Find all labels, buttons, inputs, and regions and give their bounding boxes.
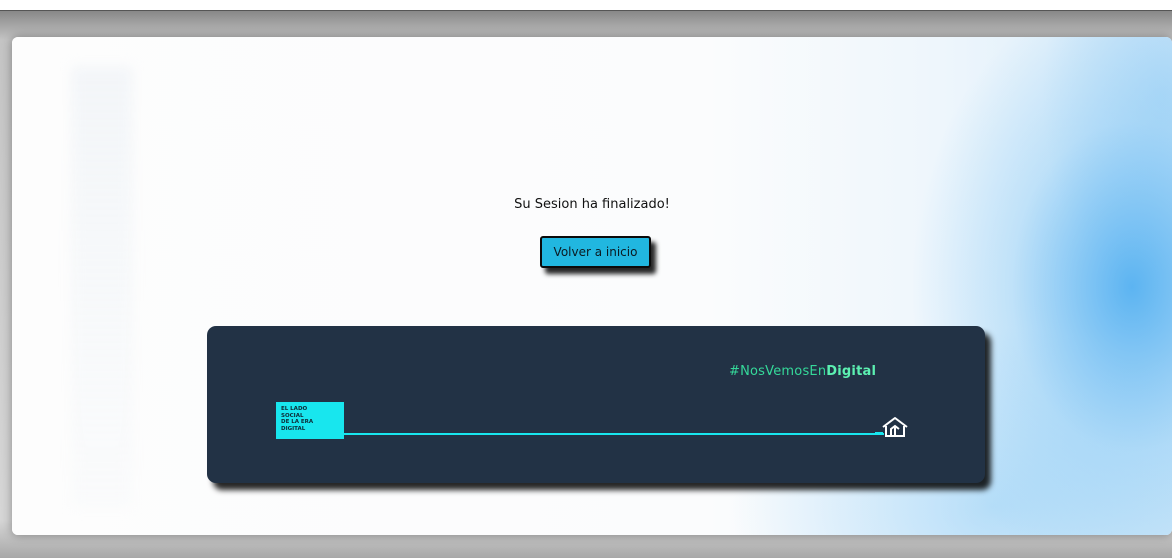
accent-line (344, 433, 884, 435)
session-ended-message: Su Sesion ha finalizado! (514, 197, 670, 212)
back-to-home-button[interactable]: Volver a inicio (540, 236, 651, 268)
session-card: Su Sesion ha finalizado! Volver a inicio… (12, 37, 1172, 535)
browser-top-edge (0, 0, 1172, 11)
brand-logo: EL LADO SOCIAL DE LA ERA DIGITAL (276, 402, 344, 439)
house-icon (875, 417, 908, 437)
logo-line: DIGITAL (281, 425, 306, 432)
hashtag-prefix: #NosVemosEn (729, 364, 827, 379)
digital-banner: #NosVemosEnDigital EL LADO SOCIAL DE LA … (207, 326, 985, 483)
hashtag-emphasis: Digital (826, 364, 877, 379)
hashtag-text: #NosVemosEnDigital (729, 364, 876, 379)
